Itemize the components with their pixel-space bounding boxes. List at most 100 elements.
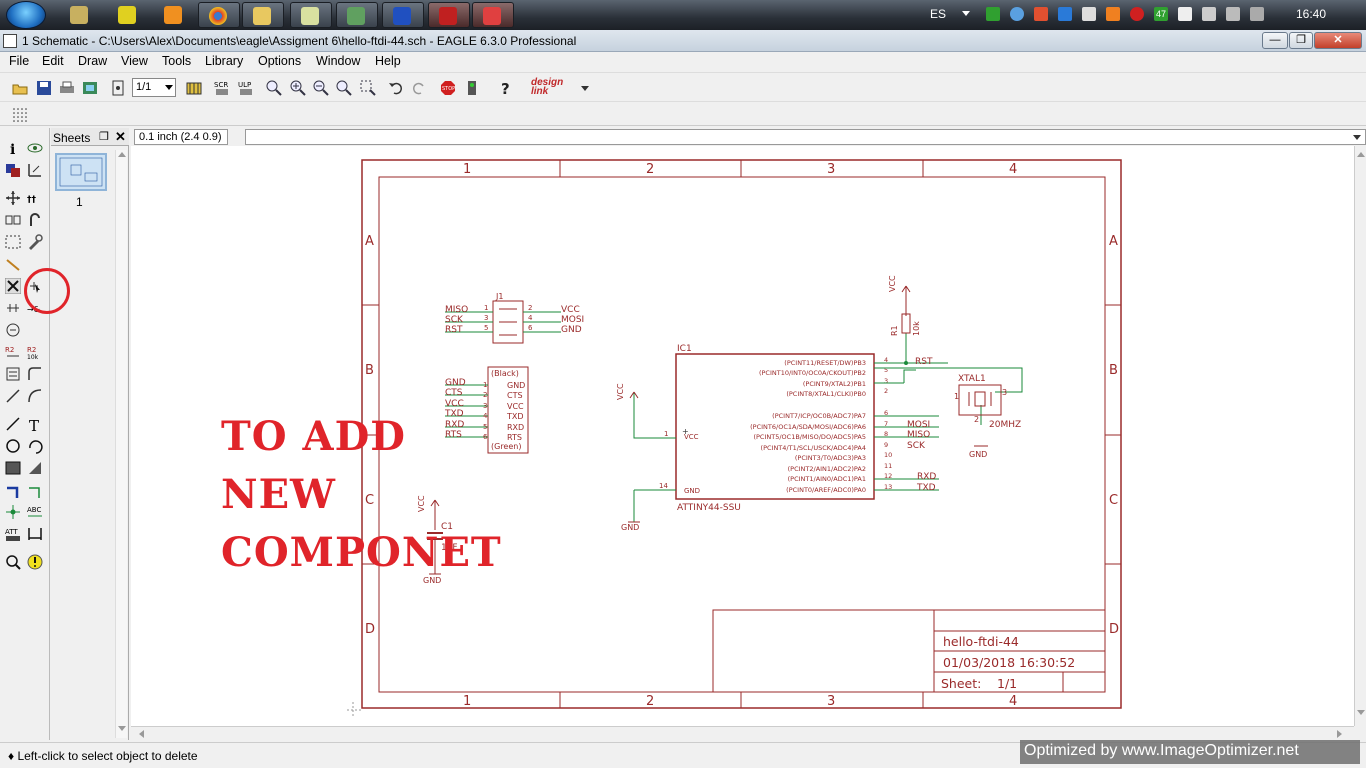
- bus-icon[interactable]: [5, 484, 21, 500]
- tray-icon[interactable]: [986, 7, 1000, 21]
- menu-file[interactable]: File: [9, 54, 29, 68]
- dropbox-icon[interactable]: [1058, 7, 1072, 21]
- group-icon[interactable]: [5, 234, 21, 250]
- help-icon[interactable]: ?: [498, 80, 514, 96]
- open-icon[interactable]: [12, 80, 28, 96]
- scroll-up-icon[interactable]: [1357, 152, 1365, 157]
- menu-help[interactable]: Help: [375, 54, 401, 68]
- chevron-down-icon[interactable]: [1353, 135, 1361, 140]
- flag-icon[interactable]: [1178, 7, 1192, 21]
- zoom-redraw-icon[interactable]: [336, 80, 352, 96]
- grid-icon[interactable]: [12, 107, 28, 123]
- zoom-select-icon[interactable]: [360, 80, 376, 96]
- menu-window[interactable]: Window: [316, 54, 360, 68]
- taskbar-app-3[interactable]: [154, 2, 196, 28]
- clock[interactable]: 16:40: [1296, 7, 1326, 21]
- zoom-out-icon[interactable]: [313, 80, 329, 96]
- menu-library[interactable]: Library: [205, 54, 243, 68]
- show-icon[interactable]: [27, 140, 43, 156]
- taskbar-app-7[interactable]: [336, 2, 378, 28]
- cam-icon[interactable]: [82, 80, 98, 96]
- sheet-number[interactable]: 1: [76, 195, 83, 209]
- invoke-icon[interactable]: [27, 388, 43, 404]
- rotate-icon[interactable]: [27, 212, 43, 228]
- sheet-thumbnail[interactable]: [55, 153, 107, 191]
- chevron-down-icon[interactable]: [581, 86, 589, 91]
- stop-icon[interactable]: STOP: [440, 80, 456, 96]
- design-link-logo[interactable]: design link: [531, 78, 571, 97]
- rect-icon[interactable]: [5, 460, 21, 476]
- counter-badge[interactable]: 47: [1154, 7, 1168, 21]
- move-icon[interactable]: [5, 190, 21, 206]
- command-line[interactable]: [245, 129, 1366, 145]
- mark-icon[interactable]: [27, 162, 43, 178]
- junction-icon[interactable]: [5, 504, 21, 520]
- attribute-icon[interactable]: ATT: [5, 526, 21, 542]
- dimension-icon[interactable]: [27, 526, 43, 542]
- minimize-button[interactable]: —: [1262, 32, 1288, 49]
- taskbar-chrome[interactable]: [198, 2, 240, 28]
- menu-edit[interactable]: Edit: [42, 54, 64, 68]
- float-icon[interactable]: ❐: [99, 130, 109, 143]
- chevron-down-icon[interactable]: [962, 11, 970, 16]
- menu-tools[interactable]: Tools: [162, 54, 191, 68]
- taskbar-app-2[interactable]: [108, 2, 150, 28]
- menu-view[interactable]: View: [121, 54, 148, 68]
- erc-icon[interactable]: [5, 554, 21, 570]
- scroll-right-icon[interactable]: [1337, 730, 1342, 738]
- circle-icon[interactable]: [5, 438, 21, 454]
- menu-options[interactable]: Options: [258, 54, 301, 68]
- zoom-in-icon[interactable]: [290, 80, 306, 96]
- scroll-up-icon[interactable]: [118, 152, 126, 157]
- pinswap-icon[interactable]: [5, 300, 21, 316]
- go-icon[interactable]: [464, 80, 480, 96]
- vertical-scrollbar[interactable]: [1354, 146, 1366, 726]
- change-icon[interactable]: [27, 234, 43, 250]
- tray-icon[interactable]: [1106, 7, 1120, 21]
- sheets-scrollbar[interactable]: [115, 150, 127, 738]
- errors-icon[interactable]: [27, 554, 43, 570]
- scroll-down-icon[interactable]: [118, 726, 126, 731]
- replace-icon[interactable]: [5, 322, 21, 338]
- arc-icon[interactable]: [27, 438, 43, 454]
- wire-icon[interactable]: [5, 416, 21, 432]
- library-icon[interactable]: [186, 80, 202, 96]
- taskbar-app-8[interactable]: [382, 2, 424, 28]
- horizontal-scrollbar[interactable]: [131, 726, 1354, 740]
- schematic-canvas[interactable]: 1 2 3 4 1 2 3 4 A B C D A B C D hello-ft…: [131, 146, 1354, 726]
- taskbar-app-9[interactable]: [428, 2, 470, 28]
- name-icon[interactable]: R2: [5, 344, 21, 360]
- save-icon[interactable]: [36, 80, 52, 96]
- scroll-down-icon[interactable]: [1357, 710, 1365, 715]
- board-icon[interactable]: [110, 80, 126, 96]
- copy-icon[interactable]: ††: [27, 190, 43, 206]
- close-button[interactable]: ✕: [1314, 32, 1362, 49]
- volume-icon[interactable]: [1250, 7, 1264, 21]
- miter-icon[interactable]: [27, 366, 43, 382]
- polygon-icon[interactable]: [27, 460, 43, 476]
- header-j1[interactable]: J1 MISO SCK RST VCC MOSI GND 1 3 5 2 4 6: [445, 292, 584, 344]
- device-icon[interactable]: [1202, 7, 1216, 21]
- tray-icon[interactable]: [1034, 7, 1048, 21]
- split-icon[interactable]: [5, 388, 21, 404]
- eagle-app-icon[interactable]: [3, 34, 17, 48]
- ic1-attiny44[interactable]: IC1 ATTINY44-SSU VCC GND 1 14 (PCINT11/R…: [659, 344, 892, 513]
- maximize-button[interactable]: ❐: [1289, 32, 1313, 49]
- net-icon[interactable]: [27, 484, 43, 500]
- smash-icon[interactable]: [5, 366, 21, 382]
- value-icon[interactable]: R210k: [27, 344, 43, 360]
- toolbar-scroll[interactable]: [0, 728, 50, 740]
- signal-icon[interactable]: [1226, 7, 1240, 21]
- language-indicator[interactable]: ES: [930, 7, 946, 21]
- label-icon[interactable]: ABC: [27, 504, 43, 520]
- taskbar-app-1[interactable]: [60, 2, 102, 28]
- close-icon[interactable]: ✕: [115, 129, 126, 145]
- menu-draw[interactable]: Draw: [78, 54, 107, 68]
- redo-icon[interactable]: [411, 80, 427, 96]
- taskbar-explorer[interactable]: [242, 2, 284, 28]
- mcafee-icon[interactable]: [1130, 7, 1144, 21]
- ulp-icon[interactable]: ULP: [238, 80, 254, 96]
- undo-icon[interactable]: [388, 80, 404, 96]
- taskbar-app-6[interactable]: [290, 2, 332, 28]
- script-icon[interactable]: SCR: [214, 80, 230, 96]
